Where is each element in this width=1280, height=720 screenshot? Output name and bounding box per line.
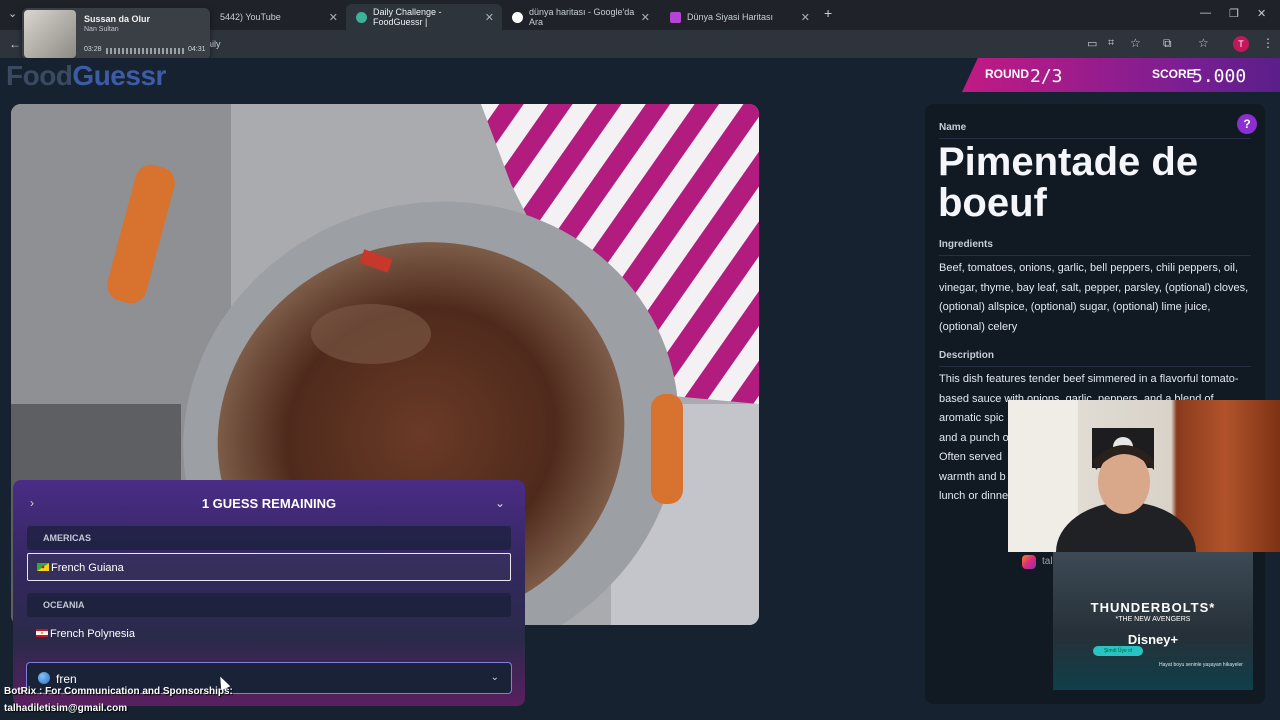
google-favicon-icon — [512, 11, 523, 23]
advertisement-banner[interactable]: THUNDERBOLTS* *THE NEW AVENGERS Disney+ … — [1053, 552, 1253, 690]
ad-tagline: Hayat boyu seninle yaşayan hikayeler — [1159, 662, 1243, 668]
close-icon[interactable]: ✕ — [329, 11, 338, 24]
close-window-icon[interactable]: ✕ — [1257, 7, 1266, 20]
group-label: AMERICAS — [43, 533, 92, 543]
new-tab-button[interactable]: + — [824, 5, 832, 21]
close-icon[interactable]: ✕ — [641, 11, 650, 24]
ad-subtitle: *THE NEW AVENGERS — [1115, 616, 1191, 623]
group-label: OCEANIA — [43, 600, 85, 610]
description-line: This dish features tender beef simmered … — [939, 373, 1239, 385]
description-label: Description — [939, 350, 995, 361]
chat-overlay-line: BotRix : For Communication and Sponsorsh… — [4, 686, 233, 697]
divider — [939, 138, 1251, 139]
tab-foodguessr[interactable]: Daily Challenge - FoodGuessr | ✕ — [346, 4, 502, 30]
media-duration: 04:31 — [188, 46, 206, 53]
media-progress-waveform[interactable] — [106, 48, 186, 54]
translate-icon[interactable]: ⌗ — [1108, 37, 1114, 50]
ad-brand: Disney+ — [1127, 632, 1179, 647]
webcam-overlay — [1008, 400, 1280, 552]
round-label: ROUND — [985, 67, 1029, 81]
extensions-icon[interactable]: ⧉ — [1163, 36, 1172, 51]
ad-title: THUNDERBOLTS* — [1090, 600, 1216, 615]
close-icon[interactable]: ✕ — [801, 11, 810, 24]
tab-label: Dünya Siyasi Haritası — [687, 12, 774, 22]
tab-label: 5442) YouTube — [220, 12, 281, 22]
tab-search-chevron-icon[interactable]: ⌄ — [8, 7, 17, 20]
score-value: 5.000 — [1192, 66, 1247, 87]
help-icon[interactable]: ? — [1237, 114, 1257, 134]
round-value: 2/3 — [1030, 66, 1063, 87]
back-arrow-icon[interactable]: ← — [9, 37, 21, 51]
divider — [939, 366, 1251, 367]
ingredients-label: Ingredients — [939, 239, 993, 250]
profile-avatar[interactable]: T — [1233, 36, 1249, 52]
media-player-widget[interactable]: Sussan da Olur Nan Sultan 03:28 04:31 — [22, 8, 210, 60]
menu-icon[interactable]: ⋮ — [1262, 36, 1274, 50]
foodguessr-favicon-icon — [356, 11, 367, 23]
cast-icon[interactable]: ▭ — [1087, 37, 1097, 50]
tab-label: dünya haritası - Google'da Ara — [529, 7, 635, 27]
instagram-icon — [1022, 555, 1036, 569]
dish-name: Pimentade de boeuf — [938, 140, 1199, 225]
chevron-down-icon[interactable]: ⌄ — [491, 672, 499, 683]
album-art — [24, 10, 76, 58]
tab-label: Daily Challenge - FoodGuessr | — [373, 7, 442, 27]
group-header-americas: AMERICAS — [27, 526, 511, 550]
guess-remaining-header: 1 GUESS REMAINING — [201, 496, 337, 511]
globe-icon — [38, 672, 50, 684]
group-header-oceania: OCEANIA — [27, 593, 511, 617]
name-label: Name — [939, 122, 967, 133]
foodguessr-logo[interactable]: FoodGuessr — [6, 60, 166, 92]
score-bar: ROUND 2/3 SCORE 5.000 — [962, 58, 1280, 92]
close-icon[interactable]: ✕ — [485, 11, 494, 24]
option-label: French Guiana — [51, 562, 124, 574]
french-guiana-flag-icon — [37, 563, 49, 571]
option-label: French Polynesia — [50, 628, 135, 640]
option-french-polynesia[interactable]: French Polynesia — [27, 620, 511, 648]
score-label: SCORE — [1152, 67, 1195, 81]
media-artist: Nan Sultan — [84, 26, 119, 33]
webcam-illustration — [1008, 400, 1196, 552]
restore-icon[interactable]: ❐ — [1229, 7, 1239, 20]
tab-youtube[interactable]: 5442) YouTube ✕ — [210, 4, 346, 30]
chevron-down-icon[interactable]: ⌄ — [495, 496, 505, 510]
media-title: Sussan da Olur — [84, 14, 151, 24]
logo-part-guessr: Guessr — [72, 60, 166, 91]
minimize-icon[interactable]: — — [1200, 7, 1211, 19]
bookmark-star-icon[interactable]: ☆ — [1130, 36, 1141, 50]
option-french-guiana[interactable]: French Guiana — [27, 553, 511, 581]
tab-google-search[interactable]: dünya haritası - Google'da Ara ✕ — [502, 4, 658, 30]
map-favicon-icon — [670, 11, 681, 23]
logo-part-food: Food — [6, 60, 73, 91]
bookmarks-icon[interactable]: ☆ — [1198, 36, 1209, 50]
french-polynesia-flag-icon — [36, 629, 48, 637]
media-elapsed: 03:28 — [84, 46, 102, 53]
ingredients-text: Beef, tomatoes, onions, garlic, bell pep… — [939, 262, 1249, 333]
chat-overlay-email: talhadiletisim@gmail.com — [4, 703, 128, 714]
ad-cta-button[interactable]: Şimdi Üye ol — [1093, 646, 1143, 656]
tab-world-map[interactable]: Dünya Siyasi Haritası ✕ — [660, 4, 818, 30]
divider — [939, 255, 1251, 256]
guess-panel: › 1 GUESS REMAINING ⌄ AMERICAS French Gu… — [13, 480, 525, 706]
